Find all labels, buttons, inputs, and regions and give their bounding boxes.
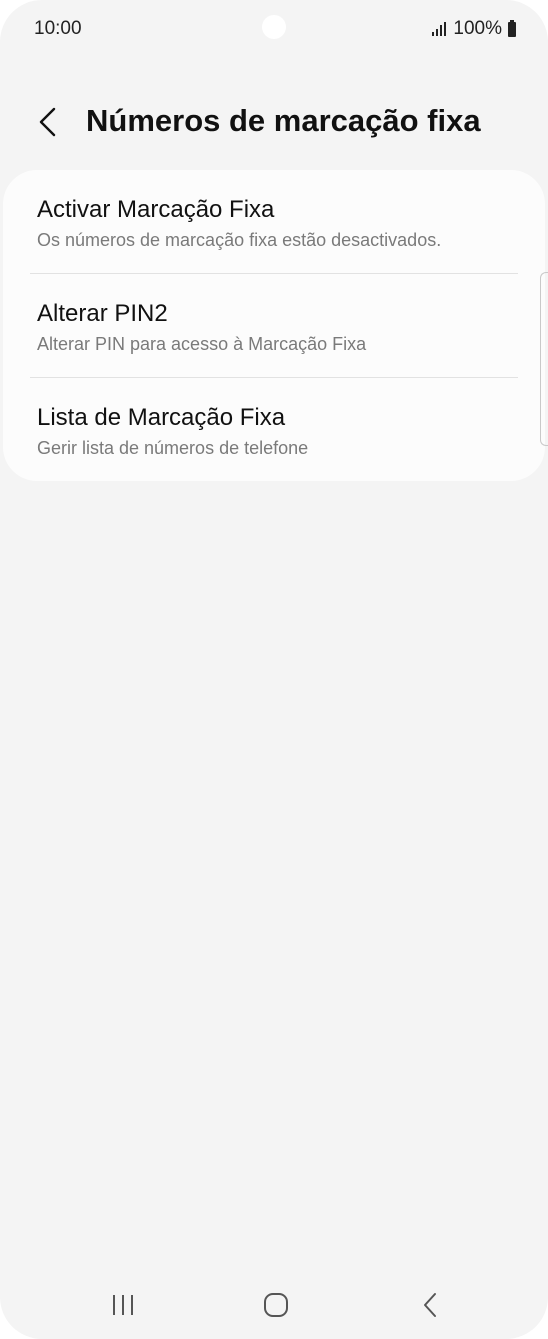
back-icon (424, 1293, 436, 1317)
app-bar: Números de marcação fixa (0, 90, 548, 156)
battery-icon (508, 19, 516, 37)
activate-fixed-dialing-item[interactable]: Activar Marcação Fixa Os números de marc… (3, 170, 545, 274)
status-indicators: 100% (432, 18, 516, 40)
home-icon (264, 1293, 288, 1317)
chevron-left-icon (39, 107, 56, 137)
recent-apps-icon (113, 1295, 133, 1315)
front-camera-cutout (262, 15, 286, 39)
item-title: Lista de Marcação Fixa (37, 404, 286, 431)
page-title: Números de marcação fixa (86, 103, 481, 138)
recent-apps-button[interactable] (93, 1288, 153, 1322)
phone-screen: 10:00 100% Números de marcação fixa Acti… (0, 0, 548, 1339)
status-time: 10:00 (34, 18, 82, 39)
item-subtitle: Gerir lista de números de telefone (37, 438, 309, 458)
item-subtitle: Os números de marcação fixa estão desact… (37, 230, 442, 250)
status-bar: 10:00 100% (0, 0, 548, 60)
item-subtitle: Alterar PIN para acesso à Marcação Fixa (37, 334, 367, 354)
edge-panel-handle[interactable] (540, 272, 548, 446)
battery-percentage: 100% (453, 18, 502, 39)
settings-card: Activar Marcação Fixa Os números de marc… (3, 170, 545, 481)
home-button[interactable] (246, 1288, 306, 1322)
fixed-dialing-list-item[interactable]: Lista de Marcação Fixa Gerir lista de nú… (3, 378, 545, 481)
nav-back-button[interactable] (400, 1288, 460, 1322)
navigation-bar (0, 1270, 548, 1339)
back-button[interactable] (28, 102, 68, 142)
change-pin2-item[interactable]: Alterar PIN2 Alterar PIN para acesso à M… (3, 274, 545, 378)
item-title: Activar Marcação Fixa (37, 196, 275, 223)
item-title: Alterar PIN2 (37, 300, 168, 327)
signal-strength-icon (432, 22, 447, 36)
